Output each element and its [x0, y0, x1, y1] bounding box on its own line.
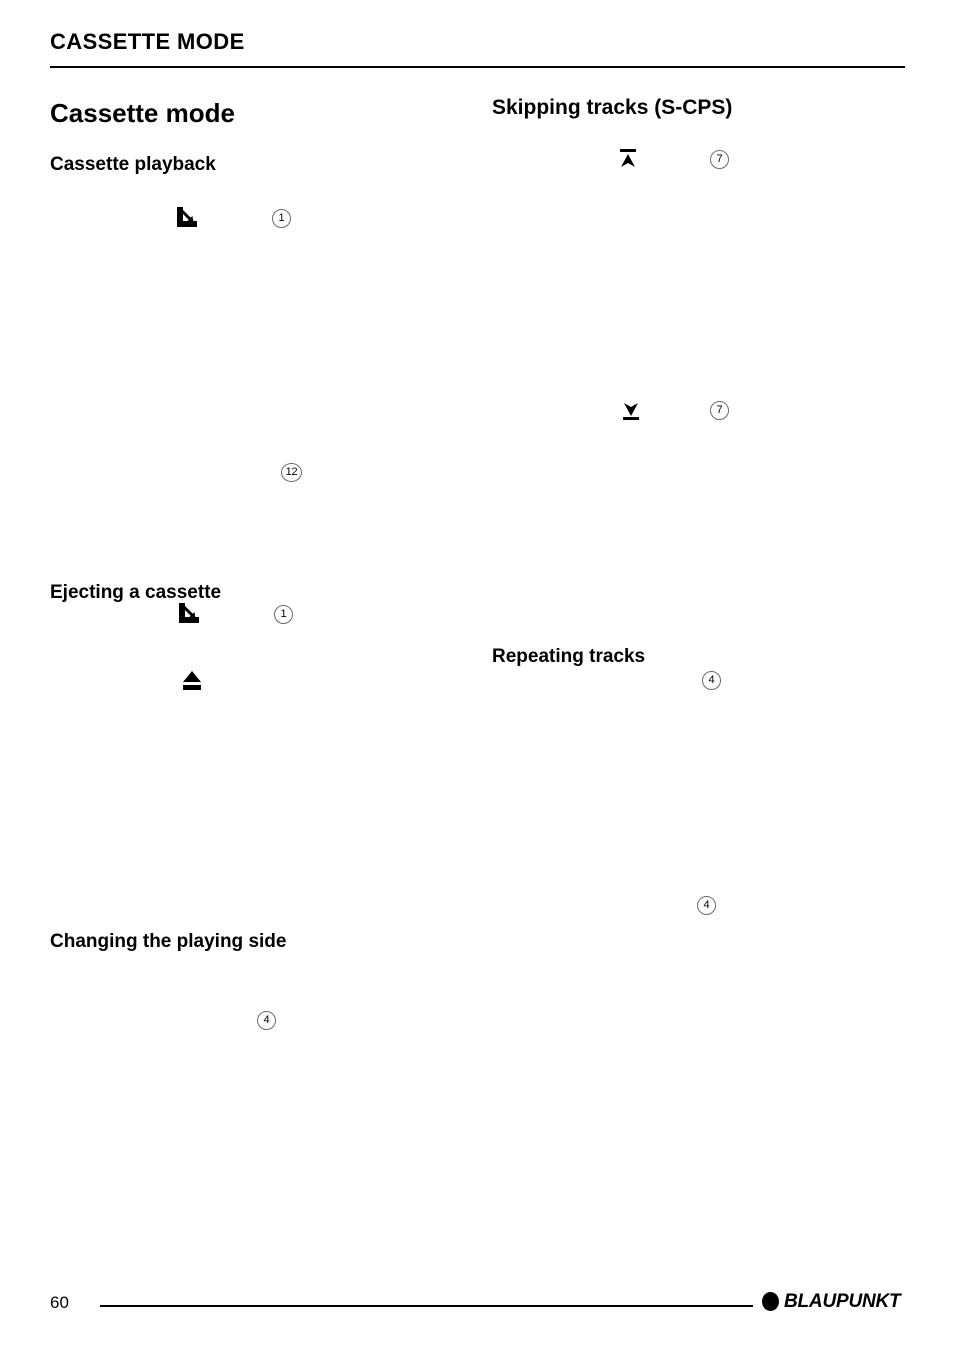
footer-page-number: 60	[50, 1293, 69, 1312]
document-page: CASSETTE MODE Cassette mode Cassette pla…	[0, 0, 954, 1356]
skip-down-icon	[621, 400, 641, 420]
running-header: CASSETTE MODE	[50, 29, 245, 54]
callout-badge-4: 4	[702, 671, 721, 690]
heading-changing-the-playing-side: Changing the playing side	[50, 930, 287, 952]
header-divider	[50, 66, 905, 68]
callout-badge-1: 1	[274, 605, 293, 624]
eject-icon	[182, 670, 202, 692]
heading-repeating-tracks: Repeating tracks	[492, 645, 646, 667]
callout-badge-4: 4	[257, 1011, 276, 1030]
callout-badge-4: 4	[697, 896, 716, 915]
flip-panel-icon	[177, 601, 201, 625]
footer-divider	[100, 1305, 753, 1307]
callout-badge-7: 7	[710, 150, 729, 169]
heading-cassette-playback: Cassette playback	[50, 153, 216, 175]
callout-badge-1: 1	[272, 209, 291, 228]
page-title: Cassette mode	[50, 98, 235, 129]
callout-badge-12: 12	[281, 463, 302, 482]
brand-name: BLAUPUNKT	[784, 1291, 901, 1312]
callout-badge-7: 7	[710, 401, 729, 420]
skip-up-icon	[618, 148, 638, 168]
flip-panel-icon	[175, 205, 199, 229]
blaupunkt-dot-icon	[762, 1292, 779, 1311]
brand-logo: BLAUPUNKT	[762, 1291, 901, 1312]
heading-skipping-tracks: Skipping tracks (S-CPS)	[492, 96, 733, 120]
